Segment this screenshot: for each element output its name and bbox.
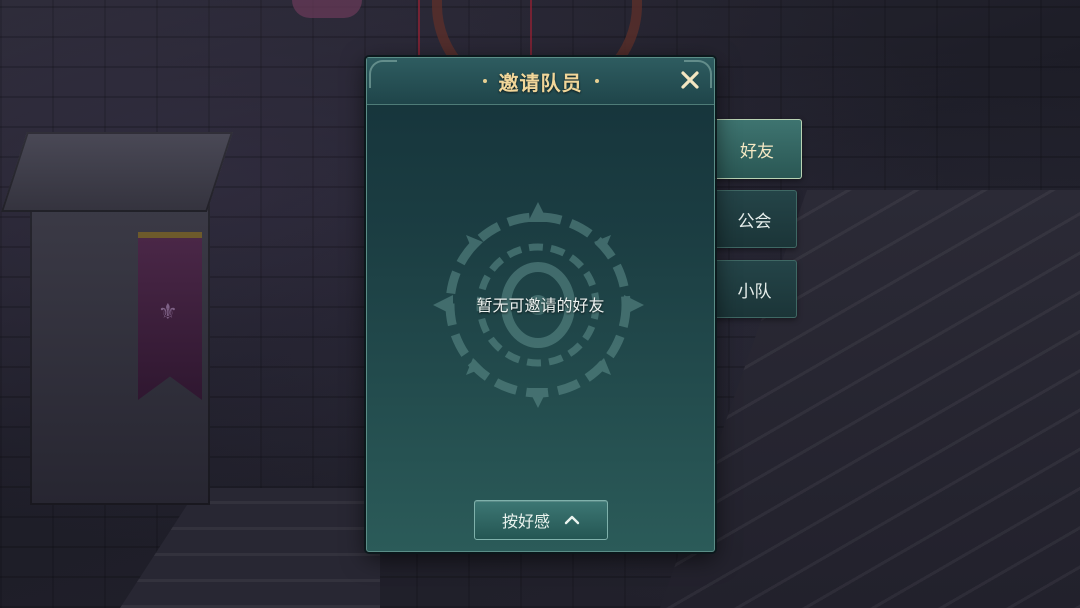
dialog-header: 邀请队员 xyxy=(367,58,714,105)
corner-ornament-icon xyxy=(369,60,397,88)
chevron-up-icon xyxy=(564,515,580,525)
stone-pillar-top xyxy=(1,132,233,212)
title-dot-icon xyxy=(594,79,599,83)
sort-button-label: 按好感 xyxy=(501,512,550,531)
tab-friends-label: 好友 xyxy=(740,141,774,162)
close-icon xyxy=(681,71,699,89)
title-dot-icon xyxy=(482,79,487,83)
tab-team[interactable]: 小队 xyxy=(713,260,797,318)
red-chain xyxy=(530,0,532,55)
ceiling-emblem xyxy=(292,0,362,18)
sort-by-affinity-button[interactable]: 按好感 xyxy=(474,500,608,540)
empty-state-message: 暂无可邀请的好友 xyxy=(476,296,605,315)
tab-guild-label: 公会 xyxy=(737,211,772,232)
tab-friends[interactable]: 好友 xyxy=(713,119,802,179)
tab-guild[interactable]: 公会 xyxy=(713,190,797,248)
invite-dialog: 邀请队员 暂无可邀请的好友 按好感 xyxy=(366,57,715,552)
banner-emblem-icon: ⚜ xyxy=(158,300,178,325)
close-button[interactable] xyxy=(676,66,704,94)
dialog-title: 邀请队员 xyxy=(498,70,583,95)
title-wrap: 邀请队员 xyxy=(482,67,599,96)
tab-team-label: 小队 xyxy=(737,281,772,302)
